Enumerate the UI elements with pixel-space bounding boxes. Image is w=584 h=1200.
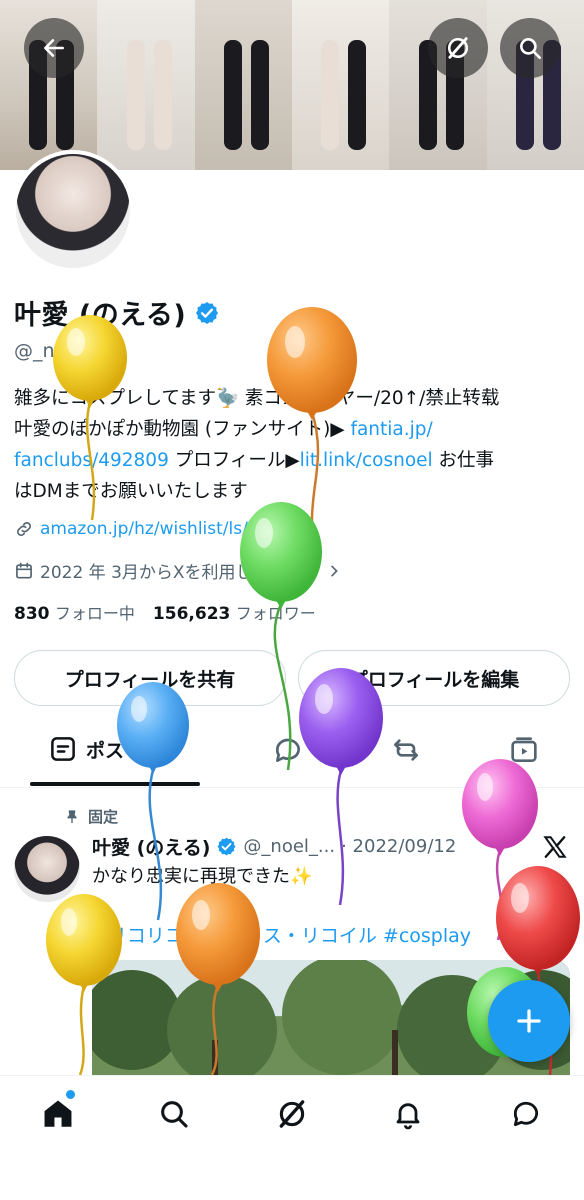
following-link[interactable]: 830 フォロー中 [14, 600, 135, 624]
bio-line-4: はDMまでお願いいたします [14, 481, 248, 502]
link-icon [17, 522, 31, 536]
tab-replies[interactable] [272, 734, 304, 766]
x-logo-icon[interactable] [542, 834, 568, 860]
plus-icon [517, 1009, 541, 1033]
chat-bubble-icon [513, 1101, 539, 1127]
repost-icon [394, 739, 418, 761]
followers-link[interactable]: 156,623 フォロワー [153, 600, 316, 624]
profile-avatar[interactable] [12, 150, 134, 272]
post-hashtags[interactable]: #リコリコ #リコリス・リコイル #cosplay [92, 921, 471, 948]
bio-text-fansite: 叶愛のぽかぽか動物園 (ファンサイト)▶ [14, 419, 351, 440]
nav-home[interactable] [38, 1094, 78, 1134]
verified-badge-icon[interactable] [194, 300, 220, 326]
reply-icon [275, 738, 300, 762]
pin-icon [67, 809, 77, 823]
search-icon [520, 38, 542, 60]
profile-website-link[interactable]: amazon.jp/hz/wishlist/ls/... [40, 519, 264, 539]
profile-joined-text: 2022 年 3月からXを利用しています [40, 563, 321, 583]
post-author-handle: @_noel_... [243, 836, 336, 857]
bell-icon [396, 1103, 420, 1130]
profile-name: 叶愛 (のえる) [14, 300, 187, 331]
back-button[interactable] [24, 18, 84, 78]
active-tab-indicator [30, 782, 200, 786]
nav-grok[interactable] [272, 1094, 312, 1134]
profile-name-row: 叶愛 (のえる) [14, 293, 220, 332]
bottom-navigation [0, 1075, 584, 1200]
post-author-avatar[interactable] [14, 836, 80, 902]
post-header: 叶愛 (のえる) @_noel_... · 2022/09/12 [92, 833, 456, 860]
media-icon [511, 737, 537, 762]
share-profile-button[interactable]: プロフィールを共有 [14, 650, 286, 706]
edit-profile-button[interactable]: プロフィールを編集 [298, 650, 570, 706]
bio-line-1: 雑多にコスプレしてます🦤 素コスレイヤー/20↑/禁止转载 [14, 388, 500, 409]
chevron-right-icon [331, 565, 338, 576]
post-text: かなり忠実に再現できた✨ [92, 866, 313, 887]
follow-stats: 830 フォロー中 156,623 フォロワー [14, 600, 316, 624]
bio-link-fanclub[interactable]: fanclubs/492809 [14, 450, 169, 471]
nav-search[interactable] [154, 1094, 194, 1134]
profile-tabs: ポスト [0, 720, 584, 788]
profile-banner[interactable] [0, 0, 584, 170]
tab-posts-label: ポスト [86, 739, 144, 762]
home-icon [44, 1100, 72, 1127]
nav-messages[interactable] [506, 1094, 546, 1134]
search-button[interactable] [500, 18, 560, 78]
tab-posts[interactable]: ポスト [48, 734, 143, 764]
bio-link-fantia[interactable]: fantia.jp/ [350, 419, 432, 440]
profile-handle: @_noel_cos [14, 340, 125, 362]
followers-label: フォロワー [235, 604, 316, 623]
post-date[interactable]: · 2022/09/12 [341, 836, 456, 857]
home-notification-dot [66, 1090, 75, 1099]
following-count: 830 [14, 604, 50, 624]
posts-tab-icon [51, 737, 75, 761]
tab-reposts[interactable] [390, 734, 422, 766]
post-author-name[interactable]: 叶愛 (のえる) [92, 833, 210, 860]
following-label: フォロー中 [54, 604, 135, 623]
grok-button[interactable] [428, 18, 488, 78]
profile-joined-row[interactable]: 2022 年 3月からXを利用しています [14, 558, 342, 583]
calendar-icon [16, 562, 32, 578]
bio-line-2: 叶愛のぽかぽか動物園 (ファンサイト)▶ fantia.jp/ [14, 414, 574, 445]
tab-media[interactable] [508, 734, 540, 766]
pinned-indicator: 固定 [64, 806, 118, 827]
arrow-left-icon [44, 39, 64, 57]
bio-line-3: fanclubs/492809 プロフィール▶lit.link/cosnoel … [14, 445, 574, 476]
bio-text-profile: プロフィール▶ [168, 450, 300, 471]
verified-badge-icon [217, 837, 236, 856]
profile-bio: 雑多にコスプレしてます🦤 素コスレイヤー/20↑/禁止转载 叶愛のぽかぽか動物園… [14, 383, 574, 507]
bio-text-work: お仕事 [432, 450, 495, 471]
pinned-label: 固定 [88, 808, 119, 826]
grok-icon [279, 1100, 305, 1128]
avatar-image [16, 154, 130, 268]
followers-count: 156,623 [152, 604, 231, 624]
compose-post-button[interactable] [488, 980, 570, 1062]
bio-link-litlink[interactable]: lit.link/cosnoel [300, 450, 433, 471]
grok-icon [447, 37, 469, 59]
search-icon [161, 1101, 188, 1128]
nav-notifications[interactable] [388, 1094, 428, 1134]
profile-website-row: amazon.jp/hz/wishlist/ls/... [14, 519, 264, 539]
